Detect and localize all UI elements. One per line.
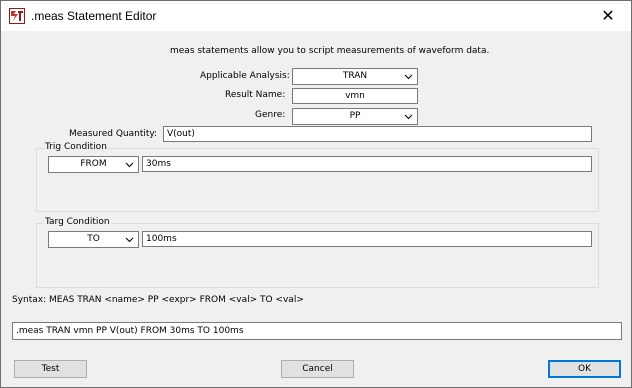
window-title: .meas Statement Editor xyxy=(31,9,157,23)
targ-mode-select[interactable]: TO xyxy=(48,231,139,248)
measured-quantity-label: Measured Quantity: xyxy=(69,129,158,139)
result-name-input[interactable]: vmn xyxy=(292,88,418,104)
ok-button[interactable]: OK xyxy=(548,360,621,378)
targ-mode-value: TO xyxy=(87,234,100,244)
trig-mode-select[interactable]: FROM xyxy=(48,156,139,173)
chevron-down-icon xyxy=(404,74,413,80)
measured-quantity-input[interactable]: V(out) xyxy=(163,126,592,142)
statement-input[interactable]: .meas TRAN vmn PP V(out) FROM 30ms TO 10… xyxy=(12,322,622,340)
genre-value: PP xyxy=(349,111,361,121)
test-button[interactable]: Test xyxy=(14,360,87,378)
applicable-analysis-value: TRAN xyxy=(342,71,368,81)
cancel-button[interactable]: Cancel xyxy=(281,360,354,378)
result-name-label: Result Name: xyxy=(225,90,286,100)
intro-text: meas statements allow you to script meas… xyxy=(170,46,490,56)
meas-editor-window: .meas Statement Editor ✕ meas statements… xyxy=(0,0,632,388)
trig-mode-value: FROM xyxy=(80,159,107,169)
applicable-analysis-label: Applicable Analysis: xyxy=(200,71,290,81)
title-bar[interactable]: .meas Statement Editor ✕ xyxy=(1,1,631,31)
trig-condition-label: Trig Condition xyxy=(44,142,108,153)
targ-value-input[interactable]: 100ms xyxy=(142,231,592,247)
ltspice-app-icon xyxy=(9,8,25,24)
applicable-analysis-select[interactable]: TRAN xyxy=(292,68,418,85)
genre-label: Genre: xyxy=(255,110,286,120)
close-icon[interactable]: ✕ xyxy=(585,1,631,31)
syntax-text: Syntax: MEAS TRAN <name> PP <expr> FROM … xyxy=(12,295,304,305)
chevron-down-icon xyxy=(404,114,413,120)
targ-condition-label: Targ Condition xyxy=(44,217,111,228)
genre-select[interactable]: PP xyxy=(292,108,418,125)
chevron-down-icon xyxy=(125,237,134,243)
trig-value-input[interactable]: 30ms xyxy=(142,156,592,172)
chevron-down-icon xyxy=(125,162,134,168)
